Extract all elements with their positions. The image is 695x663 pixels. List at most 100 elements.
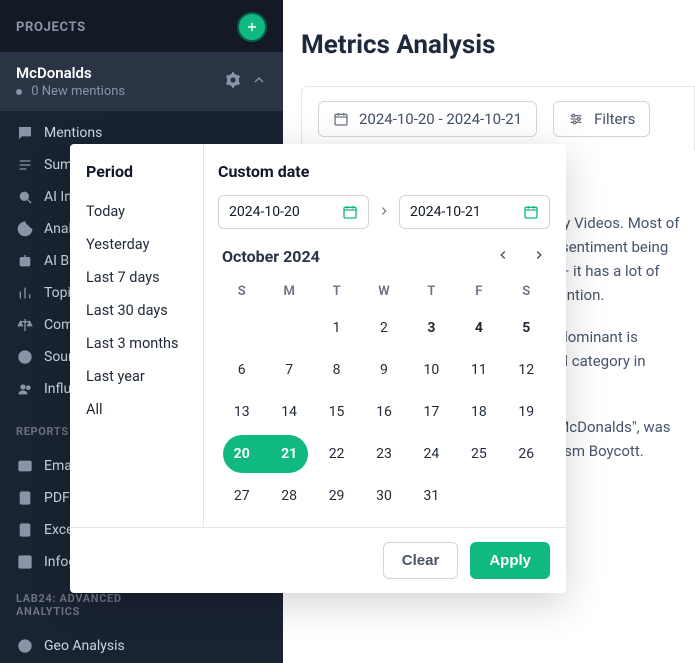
- calendar-day-21: 21: [270, 435, 308, 473]
- calendar-cell-19[interactable]: 19: [503, 391, 550, 433]
- calendar-cell-6[interactable]: 6: [218, 349, 265, 391]
- calendar-cell-12[interactable]: 12: [503, 349, 550, 391]
- calendar-day-29: 29: [318, 477, 356, 515]
- calendar-day-1: 1: [318, 309, 356, 347]
- calendar-empty: [218, 307, 265, 349]
- calendar-cell-26[interactable]: 26: [503, 433, 550, 475]
- period-preset-all[interactable]: All: [86, 393, 199, 426]
- date-range-chip[interactable]: 2024-10-20 - 2024-10-21: [318, 101, 537, 137]
- start-date-value: 2024-10-20: [229, 204, 300, 220]
- calendar-cell-30[interactable]: 30: [360, 475, 407, 517]
- search-icon: [16, 188, 34, 206]
- calendar-empty: [265, 307, 312, 349]
- calendar-day-7: 7: [270, 351, 308, 389]
- calendar-cell-14[interactable]: 14: [265, 391, 312, 433]
- prev-month-button[interactable]: [496, 247, 510, 266]
- custom-date-heading: Custom date: [218, 162, 550, 181]
- calendar-day-28: 28: [270, 477, 308, 515]
- gear-icon: [225, 72, 241, 88]
- mail-icon: [16, 457, 34, 475]
- robot-icon: [17, 253, 33, 269]
- calendar-cell-17[interactable]: 17: [408, 391, 455, 433]
- calendar-cell-21[interactable]: 21: [265, 433, 312, 475]
- next-month-button[interactable]: [532, 247, 546, 266]
- sliders-icon: [568, 111, 584, 127]
- lab-item-0[interactable]: Geo Analysis: [0, 630, 283, 662]
- calendar-dow: S: [503, 276, 550, 307]
- calendar-cell-31[interactable]: 31: [408, 475, 455, 517]
- pie-icon: [16, 220, 34, 238]
- sidebar-header: PROJECTS: [0, 0, 283, 52]
- calendar-day-14: 14: [270, 393, 308, 431]
- calendar-dow: S: [218, 276, 265, 307]
- calendar-day-10: 10: [412, 351, 450, 389]
- calendar-dow: T: [408, 276, 455, 307]
- calendar-cell-11[interactable]: 11: [455, 349, 502, 391]
- calendar-icon: [523, 204, 539, 220]
- plus-icon: [245, 20, 259, 34]
- filters-label: Filters: [594, 110, 635, 128]
- lab-heading-line2: ANALYTICS: [16, 605, 267, 618]
- project-row[interactable]: McDonalds 0 New mentions: [0, 52, 283, 111]
- list-icon: [16, 156, 34, 174]
- calendar-cell-20[interactable]: 20: [218, 433, 265, 475]
- calendar-day-12: 12: [507, 351, 545, 389]
- period-preset-yesterday[interactable]: Yesterday: [86, 228, 199, 261]
- calendar-cell-27[interactable]: 27: [218, 475, 265, 517]
- period-preset-last-30-days[interactable]: Last 30 days: [86, 294, 199, 327]
- apply-button[interactable]: Apply: [470, 542, 550, 579]
- search-icon: [17, 189, 33, 205]
- pdf-icon: [16, 489, 34, 507]
- calendar-dow: M: [265, 276, 312, 307]
- calendar-day-23: 23: [365, 435, 403, 473]
- calendar-cell-25[interactable]: 25: [455, 433, 502, 475]
- calendar-cell-16[interactable]: 16: [360, 391, 407, 433]
- project-collapse-button[interactable]: [251, 72, 267, 92]
- calendar-cell-5[interactable]: 5: [503, 307, 550, 349]
- calendar-day-6: 6: [223, 351, 261, 389]
- calendar-cell-2[interactable]: 2: [360, 307, 407, 349]
- calendar-cell-7[interactable]: 7: [265, 349, 312, 391]
- calendar-day-30: 30: [365, 477, 403, 515]
- end-date-field[interactable]: 2024-10-21: [399, 195, 550, 229]
- custom-date-panel: Custom date 2024-10-20 2024-10-21 Octobe…: [204, 144, 566, 527]
- filters-button[interactable]: Filters: [553, 101, 650, 137]
- calendar-dow: F: [455, 276, 502, 307]
- calendar-cell-28[interactable]: 28: [265, 475, 312, 517]
- calendar-cell-23[interactable]: 23: [360, 433, 407, 475]
- chart-icon: [16, 553, 34, 571]
- list-icon: [17, 157, 33, 173]
- nav-lab: Geo Analysis: [0, 624, 283, 662]
- pdf-icon: [17, 490, 33, 506]
- calendar-cell-10[interactable]: 10: [408, 349, 455, 391]
- calendar-cell-3[interactable]: 3: [408, 307, 455, 349]
- calendar-dow: W: [360, 276, 407, 307]
- calendar-cell-8[interactable]: 8: [313, 349, 360, 391]
- month-title: October 2024: [222, 247, 320, 266]
- calendar-day-4: 4: [460, 309, 498, 347]
- add-project-button[interactable]: [237, 12, 267, 42]
- period-preset-last-7-days[interactable]: Last 7 days: [86, 261, 199, 294]
- clear-button[interactable]: Clear: [383, 542, 459, 579]
- start-date-field[interactable]: 2024-10-20: [218, 195, 369, 229]
- chevron-left-icon: [496, 248, 510, 262]
- calendar-cell-24[interactable]: 24: [408, 433, 455, 475]
- project-actions: [225, 72, 267, 92]
- calendar-cell-4[interactable]: 4: [455, 307, 502, 349]
- calendar-cell-13[interactable]: 13: [218, 391, 265, 433]
- project-settings-button[interactable]: [225, 72, 241, 92]
- calendar-icon: [342, 204, 358, 220]
- calendar-cell-29[interactable]: 29: [313, 475, 360, 517]
- calendar-day-26: 26: [507, 435, 545, 473]
- calendar-day-17: 17: [412, 393, 450, 431]
- calendar-cell-9[interactable]: 9: [360, 349, 407, 391]
- calendar-day-13: 13: [223, 393, 261, 431]
- period-preset-last-year[interactable]: Last year: [86, 360, 199, 393]
- period-preset-today[interactable]: Today: [86, 195, 199, 228]
- project-meta: McDonalds 0 New mentions: [16, 64, 125, 99]
- calendar-cell-15[interactable]: 15: [313, 391, 360, 433]
- calendar-cell-22[interactable]: 22: [313, 433, 360, 475]
- calendar-cell-18[interactable]: 18: [455, 391, 502, 433]
- period-preset-last-3-months[interactable]: Last 3 months: [86, 327, 199, 360]
- calendar-cell-1[interactable]: 1: [313, 307, 360, 349]
